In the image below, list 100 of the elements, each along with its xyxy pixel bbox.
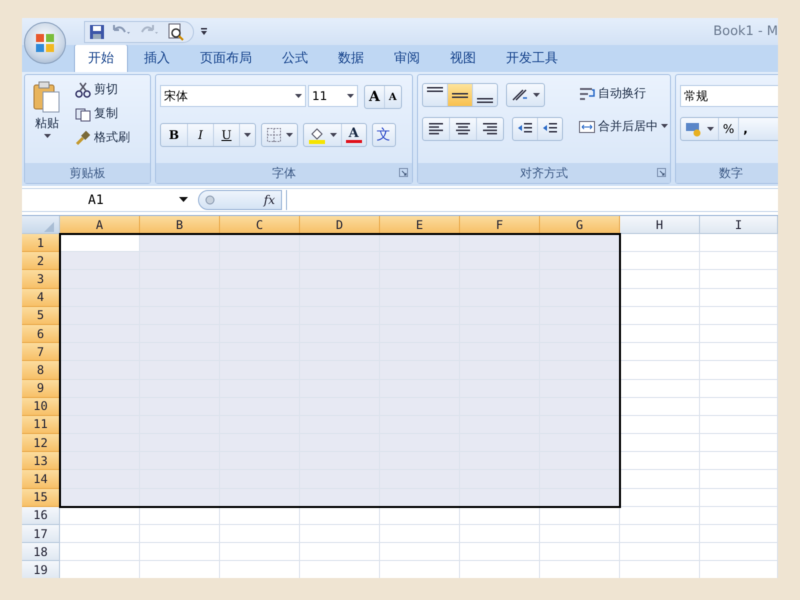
sheet-cell[interactable] xyxy=(620,434,700,452)
resize-handle-icon[interactable] xyxy=(205,195,215,205)
phonetic-guide-button[interactable]: 文 xyxy=(372,124,395,146)
sheet-cell[interactable] xyxy=(540,398,620,416)
sheet-cell[interactable] xyxy=(460,234,540,252)
row-header[interactable]: 9 xyxy=(22,380,60,398)
sheet-cell[interactable] xyxy=(700,506,778,525)
sheet-cell[interactable] xyxy=(380,525,460,544)
shrink-font-button[interactable]: A xyxy=(384,86,401,108)
ribbon-tab[interactable]: 页面布局 xyxy=(186,44,266,72)
column-header[interactable]: I xyxy=(700,216,778,234)
sheet-cell[interactable] xyxy=(60,470,140,489)
sheet-cell[interactable] xyxy=(620,543,700,562)
ribbon-tab[interactable]: 数据 xyxy=(324,44,378,72)
sheet-cell[interactable] xyxy=(540,416,620,434)
sheet-cell[interactable] xyxy=(220,543,300,562)
sheet-cell[interactable] xyxy=(700,343,778,362)
sheet-cell[interactable] xyxy=(700,452,778,470)
sheet-cell[interactable] xyxy=(700,361,778,380)
row-header[interactable]: 13 xyxy=(22,452,60,470)
sheet-cell[interactable] xyxy=(60,398,140,416)
sheet-cell[interactable] xyxy=(540,343,620,362)
column-header[interactable]: B xyxy=(140,216,220,234)
row-header[interactable]: 8 xyxy=(22,361,60,380)
sheet-cell[interactable] xyxy=(620,452,700,470)
underline-button[interactable]: U xyxy=(213,124,239,146)
sheet-cell[interactable] xyxy=(540,252,620,270)
sheet-cell[interactable] xyxy=(540,543,620,562)
dialog-launcher-icon[interactable] xyxy=(399,168,408,177)
row-header[interactable]: 10 xyxy=(22,398,60,416)
sheet-cell[interactable] xyxy=(300,543,380,562)
percent-button[interactable]: % xyxy=(718,118,738,140)
italic-button[interactable]: I xyxy=(187,124,213,146)
sheet-cell[interactable] xyxy=(620,306,700,325)
sheet-cell[interactable] xyxy=(620,416,700,434)
sheet-cell[interactable] xyxy=(60,361,140,380)
sheet-cell[interactable] xyxy=(60,525,140,544)
row-header[interactable]: 7 xyxy=(22,343,60,362)
row-header[interactable]: 18 xyxy=(22,543,60,562)
copy-button[interactable]: 复制 xyxy=(71,103,134,124)
sheet-cell[interactable] xyxy=(540,452,620,470)
sheet-cell[interactable] xyxy=(140,488,220,507)
ribbon-tab[interactable]: 开始 xyxy=(74,44,128,72)
row-header[interactable]: 2 xyxy=(22,252,60,270)
sheet-cell[interactable] xyxy=(700,398,778,416)
sheet-cell[interactable] xyxy=(620,398,700,416)
sheet-cell[interactable] xyxy=(380,488,460,507)
select-all-corner[interactable] xyxy=(22,216,60,234)
name-box[interactable]: A1 xyxy=(22,192,194,208)
sheet-cell[interactable] xyxy=(620,270,700,289)
row-header[interactable]: 12 xyxy=(22,434,60,452)
sheet-cell[interactable] xyxy=(540,525,620,544)
column-header[interactable]: H xyxy=(620,216,700,234)
paste-button[interactable]: 粘贴 xyxy=(29,79,65,159)
sheet-cell[interactable] xyxy=(540,434,620,452)
font-size-field[interactable]: 11 xyxy=(308,85,358,107)
sheet-cell[interactable] xyxy=(300,234,380,252)
row-header[interactable]: 4 xyxy=(22,288,60,307)
sheet-cell[interactable] xyxy=(540,380,620,398)
sheet-cell[interactable] xyxy=(620,470,700,489)
row-header[interactable]: 3 xyxy=(22,270,60,289)
sheet-cell[interactable] xyxy=(700,252,778,270)
office-button[interactable] xyxy=(24,22,66,64)
ribbon-tab[interactable]: 插入 xyxy=(130,44,184,72)
row-header[interactable]: 5 xyxy=(22,306,60,325)
sheet-cell[interactable] xyxy=(620,488,700,507)
sheet-cell[interactable] xyxy=(620,525,700,544)
wrap-text-button[interactable]: 自动换行 xyxy=(575,83,672,104)
cut-button[interactable]: 剪切 xyxy=(71,79,134,100)
customize-menu-icon[interactable] xyxy=(200,26,208,36)
row-header[interactable]: 14 xyxy=(22,470,60,489)
middle-align-button[interactable] xyxy=(447,84,472,106)
sheet-cell[interactable] xyxy=(460,488,540,507)
ribbon-tab[interactable]: 公式 xyxy=(268,44,322,72)
print-preview-icon[interactable] xyxy=(167,22,185,40)
dialog-launcher-icon[interactable] xyxy=(657,168,666,177)
sheet-cell[interactable] xyxy=(700,434,778,452)
sheet-cell[interactable] xyxy=(60,416,140,434)
column-header[interactable]: E xyxy=(380,216,460,234)
sheet-cell[interactable] xyxy=(220,488,300,507)
sheet-cell[interactable] xyxy=(380,234,460,252)
sheet-cell[interactable] xyxy=(220,234,300,252)
row-header[interactable]: 17 xyxy=(22,525,60,544)
sheet-cell[interactable] xyxy=(540,234,620,252)
row-header[interactable]: 1 xyxy=(22,234,60,252)
sheet-cell[interactable] xyxy=(700,234,778,252)
comma-button[interactable]: , xyxy=(738,118,752,140)
sheet-cell[interactable] xyxy=(700,525,778,544)
sheet-cell[interactable] xyxy=(620,506,700,525)
sheet-cell[interactable] xyxy=(700,270,778,289)
font-name-field[interactable]: 宋体 xyxy=(160,85,306,107)
sheet-cell[interactable] xyxy=(60,452,140,470)
sheet-cell[interactable] xyxy=(620,288,700,307)
sheet-cell[interactable] xyxy=(540,361,620,380)
sheet-cell[interactable] xyxy=(540,324,620,344)
sheet-cell[interactable] xyxy=(140,543,220,562)
sheet-cell[interactable] xyxy=(220,525,300,544)
sheet-cell[interactable] xyxy=(60,434,140,452)
insert-function-button[interactable]: fx xyxy=(264,193,275,207)
sheet-cell[interactable] xyxy=(540,288,620,307)
